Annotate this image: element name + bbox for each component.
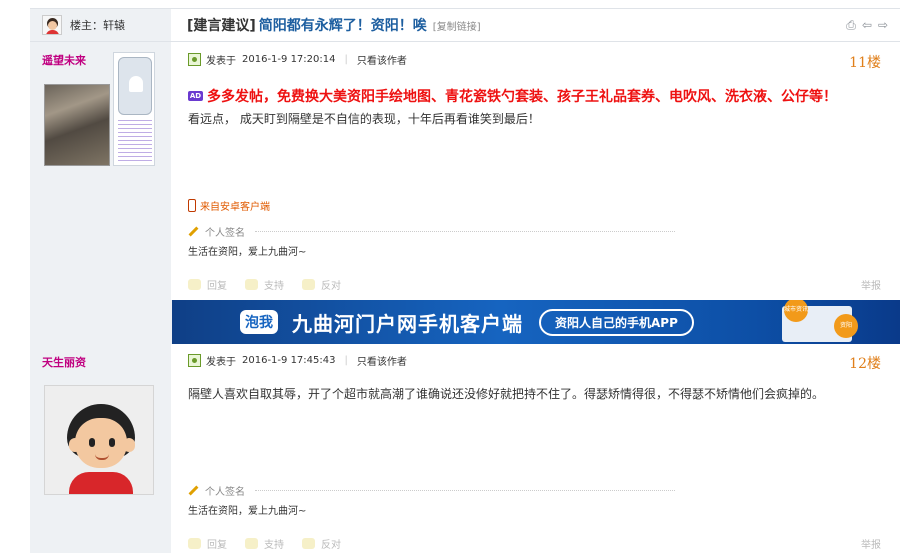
author-name[interactable]: 天生丽资	[42, 354, 86, 370]
print-icon[interactable]: ⎙	[846, 18, 856, 32]
report-button[interactable]: 举报	[861, 536, 881, 551]
author-name[interactable]: 遥望未来	[42, 52, 86, 68]
thread-title: [建言建议] 简阳都有永辉了！资阳！唉 [复制链接] ⎙ ⇦ ⇨	[171, 9, 900, 41]
banner-pill: 资阳人自己的手机APP	[539, 308, 694, 336]
banner-spacer	[30, 300, 172, 344]
author-only-link[interactable]: 只看该作者	[357, 353, 407, 368]
thumbs-down-icon	[302, 279, 315, 290]
oppose-button[interactable]: 反对	[302, 277, 341, 292]
author-avatar[interactable]	[44, 84, 110, 166]
banner-logo: 泡我	[240, 310, 278, 334]
support-button[interactable]: 支持	[245, 277, 284, 292]
android-client-badge	[113, 52, 155, 166]
author-only-link[interactable]: 只看该作者	[357, 52, 407, 67]
thread-tools: ⎙ ⇦ ⇨	[846, 18, 888, 32]
thumbs-up-icon	[245, 538, 258, 549]
oppose-button[interactable]: 反对	[302, 536, 341, 551]
op-label[interactable]: 楼主：轩辕	[70, 17, 125, 33]
next-thread-icon[interactable]: ⇨	[878, 18, 888, 32]
prev-thread-icon[interactable]: ⇦	[862, 18, 872, 32]
post-actions: 回复 支持 反对	[188, 277, 359, 292]
reply-button[interactable]: 回复	[188, 277, 227, 292]
author-avatar[interactable]	[44, 385, 154, 495]
floor-number[interactable]: 12楼	[849, 353, 881, 373]
post-time: 2016-1-9 17:45:43	[242, 355, 336, 366]
post-body: 发表于 2016-1-9 17:20:14 | 只看该作者 11楼 AD 多多发…	[188, 52, 883, 300]
pencil-icon	[188, 485, 199, 496]
posted-label: 发表于	[206, 56, 236, 67]
thread-title-bar: 楼主：轩辕 [建言建议] 简阳都有永辉了！资阳！唉 [复制链接] ⎙ ⇦ ⇨	[30, 8, 900, 42]
ad-text[interactable]: 多多发帖，免费换大美资阳手绘地图、青花瓷铁勺套装、孩子王礼品套券、电吹风、洗衣液…	[207, 86, 837, 106]
online-status-icon	[188, 354, 201, 367]
post-time: 2016-1-9 17:20:14	[242, 54, 336, 65]
post-meta: 发表于 2016-1-9 17:20:14 | 只看该作者	[188, 52, 407, 67]
android-icon	[129, 76, 143, 92]
signature-header: 个人签名	[188, 224, 675, 239]
ad-line[interactable]: AD 多多发帖，免费换大美资阳手绘地图、青花瓷铁勺套装、孩子王礼品套券、电吹风、…	[188, 86, 837, 106]
post-content: 隔壁人喜欢自取其辱，开了个超市就高潮了谁确说还没修好就把持不住了。得瑟矫情得很，…	[188, 387, 825, 401]
post-content: 看远点， 成天盯到隔壁是不自信的表现，十年后再看谁笑到最后！	[188, 112, 540, 126]
signature-label: 个人签名	[205, 228, 245, 239]
online-status-icon	[188, 53, 201, 66]
ad-badge-icon: AD	[188, 91, 203, 101]
signature-label: 个人签名	[205, 487, 245, 498]
banner-title: 九曲河门户网手机客户端	[292, 311, 523, 336]
op-info: 楼主：轩辕	[30, 9, 171, 41]
copy-link-button[interactable]: [复制链接]	[433, 18, 481, 33]
thumbs-down-icon	[302, 538, 315, 549]
post-actions: 回复 支持 反对	[188, 536, 359, 551]
post-meta: 发表于 2016-1-9 17:45:43 | 只看该作者	[188, 353, 407, 368]
app-banner-ad[interactable]: 泡我 九曲河门户网手机客户端 资阳人自己的手机APP 城市资讯 资阳	[172, 300, 900, 344]
client-source[interactable]: 来自安卓客户端	[188, 198, 270, 213]
phone-icon	[118, 57, 152, 115]
thumbs-up-icon	[245, 279, 258, 290]
banner-bubble-2: 资阳	[834, 314, 858, 338]
reply-icon	[188, 538, 201, 549]
support-button[interactable]: 支持	[245, 536, 284, 551]
report-button[interactable]: 举报	[861, 277, 881, 292]
posted-label: 发表于	[206, 357, 236, 368]
op-avatar[interactable]	[42, 15, 62, 35]
signature-text: 生活在资阳，爱上九曲河~	[188, 506, 307, 517]
floor-number[interactable]: 11楼	[849, 52, 881, 72]
thread-category[interactable]: [建言建议]	[187, 15, 256, 35]
pencil-icon	[188, 226, 199, 237]
mobile-phone-icon	[188, 199, 196, 212]
thread-title-text[interactable]: 简阳都有永辉了！资阳！唉	[259, 15, 427, 35]
reply-button[interactable]: 回复	[188, 536, 227, 551]
reply-icon	[188, 279, 201, 290]
signature-text: 生活在资阳，爱上九曲河~	[188, 247, 307, 258]
client-source-label[interactable]: 来自安卓客户端	[200, 198, 270, 213]
post-body: 发表于 2016-1-9 17:45:43 | 只看该作者 12楼 隔壁人喜欢自…	[188, 353, 883, 553]
signature-header: 个人签名	[188, 483, 675, 498]
forum-thread-page: 楼主：轩辕 [建言建议] 简阳都有永辉了！资阳！唉 [复制链接] ⎙ ⇦ ⇨ 遥…	[0, 0, 900, 553]
